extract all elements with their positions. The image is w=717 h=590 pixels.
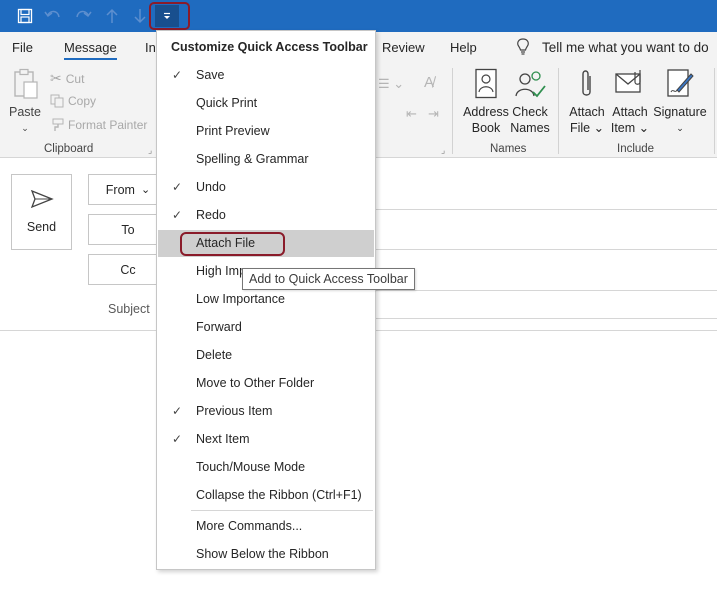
- menu-item-previous-item[interactable]: ✓ Previous Item: [158, 398, 374, 425]
- qat-highlight-outline: [149, 2, 190, 30]
- copy-button[interactable]: Copy: [50, 94, 96, 108]
- menu-divider: [191, 510, 373, 511]
- tab-help[interactable]: Help: [450, 40, 477, 55]
- scissors-icon: ✂: [50, 70, 62, 86]
- checkmark-icon: ✓: [172, 68, 183, 82]
- menu-item-print-preview[interactable]: Print Preview: [158, 118, 374, 145]
- from-label: From: [105, 182, 135, 197]
- menu-item-spelling-grammar[interactable]: Spelling & Grammar: [158, 146, 374, 173]
- tab-review[interactable]: Review: [382, 40, 425, 55]
- attach-file-label-1: Attach: [569, 105, 605, 119]
- menu-item-more-commands[interactable]: More Commands...: [158, 513, 374, 540]
- attach-file-label-2: File: [569, 121, 591, 135]
- address-book-label-1: Address: [463, 105, 509, 119]
- menu-item-save[interactable]: ✓ Save: [158, 62, 374, 89]
- checkmark-icon: ✓: [172, 208, 183, 222]
- attach-item-icon: [615, 70, 641, 93]
- menu-item-collapse-ribbon[interactable]: Collapse the Ribbon (Ctrl+F1): [158, 482, 374, 509]
- names-group-label: Names: [490, 143, 527, 155]
- address-book-icon: [475, 68, 497, 99]
- menu-item-forward[interactable]: Forward: [158, 314, 374, 341]
- paste-label: Paste: [9, 105, 41, 119]
- menu-item-undo[interactable]: ✓ Undo: [158, 174, 374, 201]
- next-item-icon[interactable]: [129, 5, 151, 27]
- check-names-label-1: Check: [512, 105, 548, 119]
- save-icon[interactable]: [14, 5, 36, 27]
- menu-item-quick-print[interactable]: Quick Print: [158, 90, 374, 117]
- redo-icon[interactable]: [72, 5, 94, 27]
- menu-item-show-below-ribbon[interactable]: Show Below the Ribbon: [158, 541, 374, 568]
- check-names-icon: [515, 71, 546, 98]
- tab-insert[interactable]: In: [145, 40, 156, 55]
- attach-file-button[interactable]: Attach File ⌄: [566, 68, 608, 136]
- dialog-launcher-icon[interactable]: ⌟: [441, 145, 445, 156]
- signature-button[interactable]: Signature ⌄: [652, 68, 708, 136]
- tell-me-box[interactable]: Tell me what you want to do: [516, 38, 709, 56]
- menu-item-low-importance[interactable]: Low Importance: [158, 286, 374, 313]
- copy-label: Copy: [68, 94, 97, 108]
- menu-item-next-item[interactable]: ✓ Next Item: [158, 426, 374, 453]
- previous-item-icon[interactable]: [101, 5, 123, 27]
- tab-file[interactable]: File: [12, 40, 33, 55]
- send-button[interactable]: Send: [11, 174, 72, 250]
- clipboard-group-label: Clipboard: [44, 143, 94, 155]
- group-divider: [714, 68, 715, 154]
- tell-me-label: Tell me what you want to do: [542, 39, 709, 55]
- check-names-label-2: Names: [510, 121, 550, 135]
- cut-button[interactable]: ✂ Cut: [50, 70, 84, 87]
- address-book-label-2: Book: [471, 121, 501, 135]
- subject-label: Subject: [108, 302, 150, 316]
- attach-item-label-2: Item: [610, 121, 636, 135]
- send-label: Send: [26, 220, 57, 234]
- format-painter-button[interactable]: Format Painter: [50, 118, 147, 132]
- send-icon: [30, 189, 54, 209]
- customize-qat-menu: Customize Quick Access Toolbar ✓ Save Qu…: [156, 30, 376, 570]
- group-divider: [558, 68, 559, 154]
- include-group-label: Include: [617, 143, 655, 155]
- checkmark-icon: ✓: [172, 180, 183, 194]
- cut-label: Cut: [65, 71, 85, 86]
- address-book-button[interactable]: Address Book: [460, 68, 512, 136]
- lightbulb-icon: [517, 38, 529, 55]
- increase-indent-icon[interactable]: ⇥: [428, 106, 439, 122]
- tab-message[interactable]: Message: [64, 40, 117, 60]
- quick-access-toolbar: [0, 0, 717, 32]
- menu-item-delete[interactable]: Delete: [158, 342, 374, 369]
- signature-icon: [667, 69, 694, 97]
- checkmark-icon: ✓: [172, 432, 183, 446]
- checkmark-icon: ✓: [172, 404, 183, 418]
- dialog-launcher-icon[interactable]: ⌟: [148, 145, 152, 156]
- bullets-icon[interactable]: ☰ ⌄: [378, 76, 404, 92]
- copy-icon: [50, 94, 64, 108]
- chevron-down-icon: ⌄: [140, 184, 151, 196]
- decrease-indent-icon[interactable]: ⇤: [406, 106, 417, 122]
- signature-label: Signature: [653, 105, 707, 119]
- paperclip-icon: [582, 70, 591, 96]
- undo-icon[interactable]: [42, 5, 64, 27]
- menu-title: Customize Quick Access Toolbar: [171, 40, 368, 54]
- tooltip: Add to Quick Access Toolbar: [242, 268, 415, 290]
- format-painter-icon: [52, 118, 64, 131]
- check-names-button[interactable]: Check Names: [508, 68, 552, 136]
- format-painter-label: Format Painter: [68, 118, 148, 132]
- attach-file-highlight-outline: [180, 232, 285, 256]
- menu-item-touch-mouse-mode[interactable]: Touch/Mouse Mode: [158, 454, 374, 481]
- to-label: To: [121, 222, 135, 237]
- cc-label: Cc: [120, 262, 136, 277]
- attach-item-label-1: Attach: [612, 105, 648, 119]
- clear-formatting-icon[interactable]: A̸: [424, 74, 434, 91]
- paste-button[interactable]: Paste ⌄: [8, 68, 42, 136]
- paste-icon: [14, 68, 38, 99]
- group-divider: [452, 68, 453, 154]
- menu-item-redo[interactable]: ✓ Redo: [158, 202, 374, 229]
- attach-item-button[interactable]: Attach Item ⌄: [608, 68, 652, 136]
- menu-item-move-to-other-folder[interactable]: Move to Other Folder: [158, 370, 374, 397]
